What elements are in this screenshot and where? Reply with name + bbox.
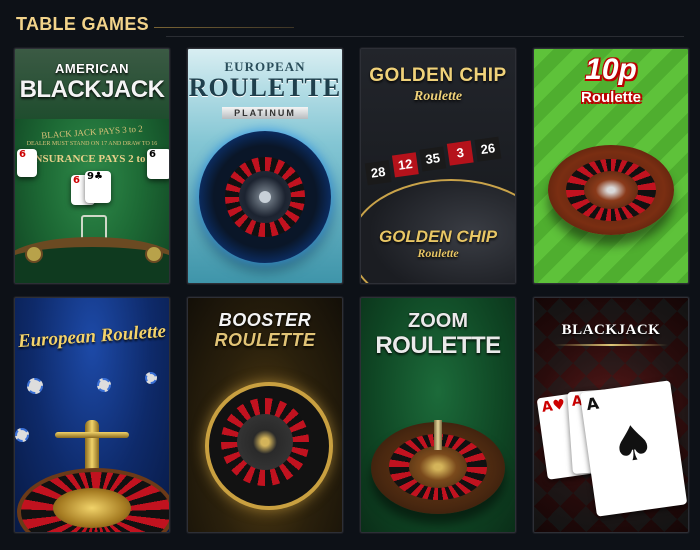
logo-line2: Roulette — [417, 246, 459, 260]
game-tile-american-blackjack[interactable]: AMERICAN BLACKJACK BLACK JACK PAYS 3 to … — [14, 48, 170, 284]
roulette-wheel-icon — [17, 468, 169, 532]
roulette-wheel-icon — [199, 131, 331, 263]
tile-title-line1: European Roulette — [17, 320, 167, 353]
game-tile-10p-roulette[interactable]: 10p Roulette — [533, 48, 689, 284]
spade-icon: ♠ — [607, 413, 659, 475]
chip-icon — [15, 428, 29, 442]
felt-text-3: INSURANCE PAYS 2 to 1 — [30, 153, 154, 165]
roulette-number: 35 — [419, 146, 447, 172]
logo-line1: GOLDEN CHIP — [378, 227, 498, 246]
wheel-spindle — [434, 420, 442, 450]
wheel-turret-arms — [55, 432, 129, 438]
wheel-turret — [85, 420, 99, 474]
roulette-number: 12 — [391, 152, 419, 178]
number-track: 28 12 35 3 26 — [364, 135, 515, 186]
tile-title-line2: BLACKJACK — [19, 76, 165, 103]
tile-title-line2: Roulette — [581, 89, 641, 106]
felt-text-2: DEALER MUST STAND ON 17 AND DRAW TO 16 — [26, 141, 158, 147]
tile-title-line1: ZOOM — [408, 310, 468, 332]
title-underline — [554, 344, 668, 346]
tile-title-line1: BOOSTER — [218, 310, 312, 330]
chip-slot-icon — [145, 245, 163, 263]
section-header: TABLE GAMES — [16, 12, 684, 38]
playing-card: 9♣ — [85, 171, 111, 203]
playing-card: 6 — [147, 149, 169, 179]
playing-card-ace-spades: A ♠ — [579, 380, 688, 517]
playing-card: 6 — [17, 149, 37, 177]
felt-text: BLACK JACK PAYS 3 to 2 — [40, 123, 144, 141]
roulette-number: 3 — [446, 140, 474, 166]
tile-title-line1: AMERICAN — [54, 61, 130, 76]
game-tile-booster-roulette[interactable]: BOOSTER ROULETTE — [187, 297, 343, 533]
game-tile-european-roulette[interactable]: European Roulette — [14, 297, 170, 533]
tile-title-line1: GOLDEN CHIP — [369, 65, 507, 86]
roulette-wheel-icon — [548, 145, 674, 235]
tile-title-line2: Roulette — [413, 89, 463, 104]
header-divider-secondary — [166, 36, 684, 37]
game-tile-zoom-roulette[interactable]: ZOOM ROULETTE — [360, 297, 516, 533]
chip-icon — [97, 378, 111, 392]
chip-icon — [27, 378, 43, 394]
chip-slot-icon — [25, 245, 43, 263]
platinum-badge-label: PLATINUM — [222, 107, 308, 119]
roulette-number: 26 — [474, 136, 502, 162]
tile-title-line2: ROULETTE — [188, 73, 342, 102]
game-tile-european-roulette-platinum[interactable]: EUROPEAN ROULETTE PLATINUM — [187, 48, 343, 284]
platinum-badge: PLATINUM — [188, 103, 342, 121]
tile-title-line1: BLACKJACK — [561, 322, 661, 338]
roulette-wheel-icon — [205, 382, 333, 510]
section-title: TABLE GAMES — [16, 14, 149, 34]
header-divider — [154, 27, 294, 28]
roulette-number: 28 — [364, 160, 392, 186]
game-tile-blackjack[interactable]: BLACKJACK A♥ A♦ A ♠ — [533, 297, 689, 533]
tile-title-line2: ROULETTE — [375, 332, 501, 359]
chip-icon — [145, 372, 157, 384]
game-tile-golden-chip-roulette[interactable]: GOLDEN CHIP Roulette 28 12 35 3 26 GOLDE… — [360, 48, 516, 284]
tile-title-line1: 10p — [585, 53, 637, 86]
tile-title-line2: ROULETTE — [214, 330, 316, 350]
